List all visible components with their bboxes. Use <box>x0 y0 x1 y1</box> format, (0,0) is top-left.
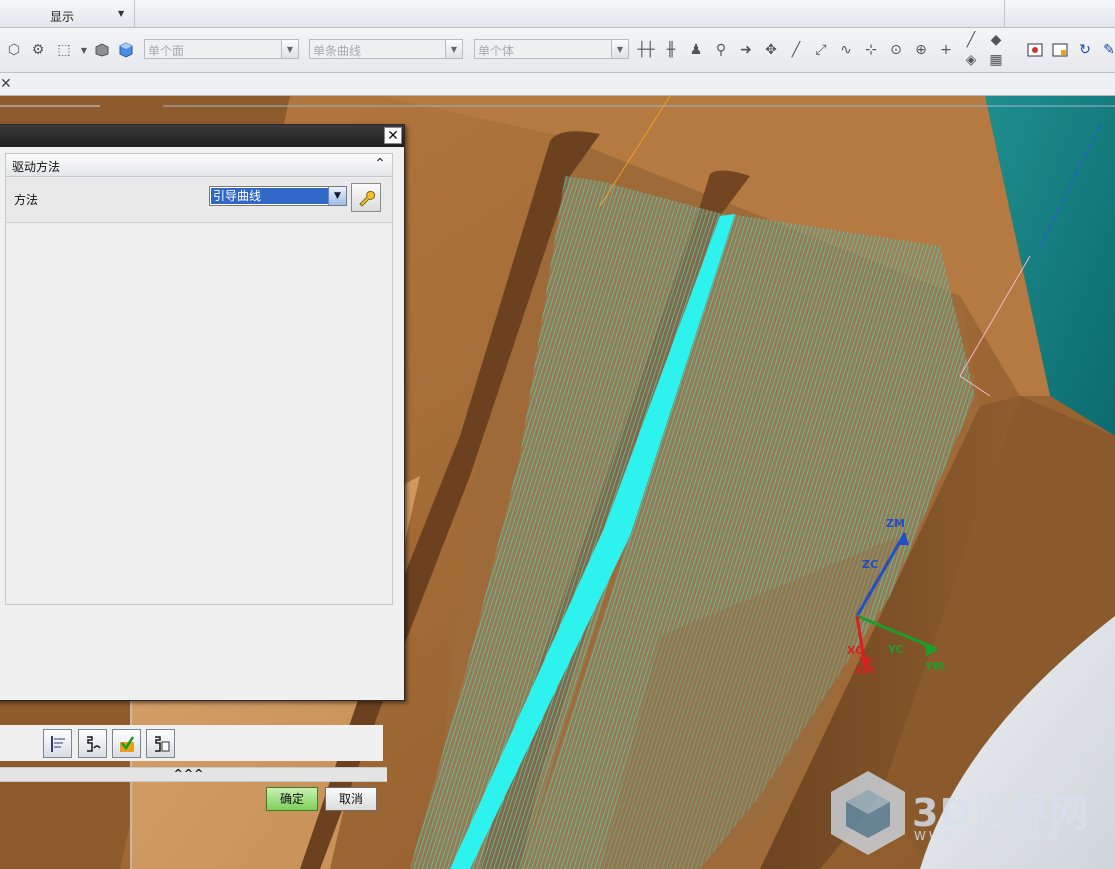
more-options-expander[interactable]: ^^^ <box>0 767 387 782</box>
line-small-icon[interactable]: ╱ <box>962 31 980 49</box>
edit-method-button[interactable] <box>351 183 381 212</box>
midpoint-icon[interactable]: ⤢ <box>812 41 830 59</box>
quadrant-icon[interactable]: ⊕ <box>912 41 930 59</box>
axis-label-xc: XC <box>847 644 863 657</box>
snap-point-icon[interactable]: ⬡ <box>5 41 23 59</box>
chevron-down-icon[interactable]: ▼ <box>118 9 124 18</box>
select-feature-icon[interactable]: ⚙ <box>29 41 47 59</box>
tangent-icon[interactable]: ⚲ <box>712 41 730 59</box>
axis-label-xm: XM <box>855 664 874 677</box>
parallel-icon[interactable]: ┼┼ <box>637 41 655 59</box>
body-rule-value: 单个体 <box>478 44 515 58</box>
watermark-url: WWW.3DSJW.COM <box>914 829 1062 843</box>
close-icon[interactable]: ✕ <box>0 76 12 92</box>
curve-rule-value: 单条曲线 <box>313 44 362 58</box>
ribbon-group-display[interactable]: 显示 ▼ <box>0 0 135 27</box>
operation-dialog: ✕ 驱动方法 ⌃ 方法 引导曲线 ▼ ^^^ 确定 取消 <box>0 124 405 811</box>
dialog-title-bar[interactable]: ✕ <box>0 125 404 147</box>
wrench-icon <box>359 190 376 207</box>
document-tab-strip: ✕ <box>0 73 1115 96</box>
ribbon-divider <box>1004 0 1005 27</box>
pan-icon[interactable]: ✎ <box>1100 41 1115 59</box>
center-icon[interactable]: ⊙ <box>887 41 905 59</box>
collapse-up-icon[interactable]: ⌃ <box>370 155 390 174</box>
solid-blue-icon[interactable] <box>117 41 135 59</box>
generate-toolpath-button[interactable] <box>43 729 72 758</box>
chevron-down-icon[interactable]: ▼ <box>281 40 298 58</box>
grid-small-icon[interactable]: ▦ <box>987 51 1005 69</box>
cancel-button[interactable]: 取消 <box>325 787 377 811</box>
view-fit-glyph <box>1027 43 1043 57</box>
chevron-down-icon[interactable]: ▼ <box>328 187 346 205</box>
list-toolpath-button[interactable] <box>146 729 175 758</box>
operation-action-bar <box>0 725 383 761</box>
axis-label-ym: YM <box>924 660 944 673</box>
perpendicular-icon[interactable]: ╫ <box>662 41 680 59</box>
line-icon[interactable]: ╱ <box>787 41 805 59</box>
face-rule-combo[interactable]: 单个面 ▼ <box>144 39 299 59</box>
axis-label-yc: YC <box>887 643 904 656</box>
section-title: 驱动方法 <box>12 160 61 174</box>
solid-gray-icon[interactable] <box>93 41 111 59</box>
point-icon[interactable]: + <box>937 41 955 59</box>
chevron-down-icon[interactable]: ▼ <box>75 41 93 59</box>
ribbon-display-label: 显示 <box>50 10 75 24</box>
verify-toolpath-button[interactable] <box>112 729 141 758</box>
selection-toolbar: ⬡ ⚙ ⬚ ▼ 单个面 ▼ 单条曲线 ▼ 单个体 ▼ ┼┼ ╫ ♟ ⚲ ➜ ✥ … <box>0 28 1115 73</box>
view-fit-icon[interactable] <box>1026 41 1044 59</box>
method-label: 方法 <box>14 193 39 207</box>
curve-icon[interactable]: ∿ <box>837 41 855 59</box>
body-rule-combo[interactable]: 单个体 ▼ <box>474 39 629 59</box>
face-small-icon[interactable]: ◈ <box>962 51 980 69</box>
intersection-icon[interactable]: ⊹ <box>862 41 880 59</box>
method-select-value: 引导曲线 <box>211 188 329 204</box>
ok-button[interactable]: 确定 <box>266 787 318 811</box>
rotate-icon[interactable]: ↻ <box>1076 41 1094 59</box>
plane-small-icon[interactable]: ◆ <box>987 31 1005 49</box>
list-icon <box>154 735 169 752</box>
chevron-down-icon[interactable]: ▼ <box>611 40 628 58</box>
dialog-content: 驱动方法 ⌃ 方法 引导曲线 ▼ <box>5 153 393 605</box>
move-icon[interactable]: ✥ <box>762 41 780 59</box>
axis-label-zc: ZC <box>862 558 878 571</box>
close-icon[interactable]: ✕ <box>384 127 402 144</box>
verify-icon <box>119 735 134 752</box>
generate-icon <box>50 735 65 752</box>
box-select-icon[interactable]: ⬚ <box>55 41 73 59</box>
ribbon-bar: 显示 ▼ <box>0 0 1115 28</box>
drive-method-section-header[interactable]: 驱动方法 ⌃ <box>6 154 392 177</box>
method-select[interactable]: 引导曲线 ▼ <box>209 186 347 206</box>
solid-gray-glyph <box>95 43 109 57</box>
view-zoom-icon[interactable] <box>1051 41 1069 59</box>
solid-blue-glyph <box>119 42 133 58</box>
stack-icon[interactable]: ♟ <box>687 41 705 59</box>
replay-icon <box>86 735 101 752</box>
chevron-down-icon[interactable]: ▼ <box>445 40 462 58</box>
curve-rule-combo[interactable]: 单条曲线 ▼ <box>309 39 463 59</box>
face-rule-value: 单个面 <box>148 44 185 58</box>
replay-toolpath-button[interactable] <box>78 729 107 758</box>
arrow-right-icon[interactable]: ➜ <box>737 41 755 59</box>
view-zoom-glyph <box>1052 43 1068 57</box>
axis-label-zm: ZM <box>886 517 905 530</box>
method-row: 方法 引导曲线 ▼ <box>6 178 392 223</box>
